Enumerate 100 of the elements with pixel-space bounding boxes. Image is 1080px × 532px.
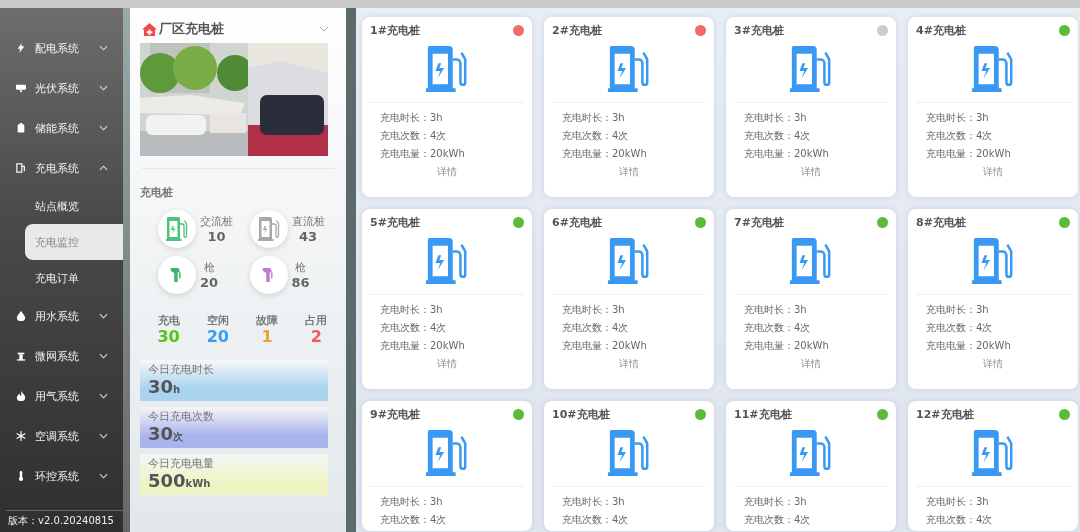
thermometer-icon [16, 471, 26, 481]
status-label: 充电 [157, 314, 180, 328]
stat-text: 充电电量：20kWh [562, 339, 648, 353]
charger-icon [425, 238, 469, 284]
stat-text: 充电次数：4次 [926, 321, 994, 335]
charger-name: 8#充电桩 [916, 215, 966, 230]
details-link[interactable]: 详情 [437, 357, 457, 371]
stat-value: 30次 [148, 424, 185, 446]
details-link[interactable]: 详情 [437, 165, 457, 179]
flame-icon [16, 391, 26, 401]
chevron-down-icon[interactable] [319, 26, 329, 32]
status-value: 1 [261, 328, 273, 346]
chevron-down-icon [99, 313, 108, 319]
charger-name: 2#充电桩 [552, 23, 602, 38]
stat-text: 充电时长：3h [926, 495, 990, 509]
charger-icon [971, 430, 1015, 476]
submenu-item[interactable]: 充电订单 [25, 260, 123, 296]
section-title: 充电桩 [140, 185, 174, 200]
chevron-down-icon [99, 125, 108, 131]
charger-icon [607, 46, 651, 92]
charger-icon [971, 46, 1015, 92]
stat-value: 500kWh [148, 471, 212, 493]
charger-icon [789, 46, 833, 92]
count-label: 直流桩 [291, 214, 325, 229]
chevron-down-icon [99, 393, 108, 399]
stat-text: 充电时长：3h [380, 111, 444, 125]
chevron-down-icon [99, 433, 108, 439]
details-link[interactable]: 详情 [619, 357, 639, 371]
count-value: 20 [200, 274, 219, 290]
chevron-down-icon [99, 473, 108, 479]
stat-text: 充电电量：20kWh [926, 339, 1012, 353]
charger-icon [971, 238, 1015, 284]
charger-icon [16, 163, 26, 173]
stat-value: 30h [148, 377, 182, 399]
charger-name: 9#充电桩 [370, 407, 420, 422]
status-label: 故障 [256, 314, 279, 328]
chevron-up-icon [99, 165, 108, 171]
status-label: 空闲 [206, 314, 229, 328]
stat-text: 充电次数：4次 [926, 513, 994, 527]
charger-name: 10#充电桩 [552, 407, 610, 422]
menu-item[interactable]: 光伏系统 [0, 68, 123, 108]
details-link[interactable]: 详情 [983, 165, 1003, 179]
charger-name: 5#充电桩 [370, 215, 420, 230]
details-link[interactable]: 详情 [983, 357, 1003, 371]
menu-item[interactable]: 空调系统 [0, 416, 123, 456]
stat-text: 充电时长：3h [744, 495, 808, 509]
stat-text: 充电电量：20kWh [380, 339, 466, 353]
stat-text: 充电时长：3h [926, 111, 990, 125]
stat-text: 充电时长：3h [562, 303, 626, 317]
charger-icon [789, 430, 833, 476]
stat-text: 充电电量：20kWh [744, 147, 830, 161]
charger-icon [607, 430, 651, 476]
menu-item[interactable]: 储能系统 [0, 108, 123, 148]
stat-text: 充电次数：4次 [380, 129, 448, 143]
stat-text: 充电时长：3h [380, 495, 444, 509]
stat-text: 充电电量：20kWh [926, 147, 1012, 161]
charger-name: 12#充电桩 [916, 407, 974, 422]
drop-icon [16, 311, 26, 321]
station-title: 厂区充电桩 [159, 20, 225, 38]
menu-item[interactable]: 用水系统 [0, 296, 123, 336]
count-label: 枪 [295, 260, 307, 275]
stat-text: 充电次数：4次 [380, 321, 448, 335]
count-label: 枪 [203, 260, 215, 275]
menu-item[interactable]: 充电系统 [0, 148, 123, 188]
stat-text: 充电时长：3h [744, 303, 808, 317]
charger-name: 6#充电桩 [552, 215, 602, 230]
stat-label: 今日充电次数 [148, 409, 215, 424]
chevron-down-icon [99, 85, 108, 91]
snowflake-icon [16, 431, 26, 441]
charger-icon [425, 46, 469, 92]
stat-text: 充电次数：4次 [744, 321, 812, 335]
status-value: 20 [206, 328, 229, 346]
stat-text: 充电次数：4次 [380, 513, 448, 527]
details-link[interactable]: 详情 [619, 165, 639, 179]
charger-name: 7#充电桩 [734, 215, 784, 230]
charger-name: 4#充电桩 [916, 23, 966, 38]
stat-text: 充电时长：3h [562, 495, 626, 509]
count-value: 86 [291, 274, 310, 290]
stat-text: 充电次数：4次 [562, 321, 630, 335]
stat-text: 充电次数：4次 [744, 129, 812, 143]
menu-item[interactable]: 用气系统 [0, 376, 123, 416]
tower-icon [16, 351, 26, 361]
menu-item[interactable]: 环控系统 [0, 456, 123, 496]
count-value: 10 [207, 228, 226, 244]
stat-text: 充电时长：3h [926, 303, 990, 317]
charger-name: 11#充电桩 [734, 407, 792, 422]
details-link[interactable]: 详情 [801, 357, 821, 371]
charger-icon [607, 238, 651, 284]
menu-item[interactable]: 微网系统 [0, 336, 123, 376]
chevron-down-icon [99, 45, 108, 51]
count-label: 交流桩 [200, 214, 233, 229]
details-link[interactable]: 详情 [801, 165, 821, 179]
status-value: 2 [310, 328, 322, 346]
stat-text: 充电电量：20kWh [562, 147, 648, 161]
battery-icon [16, 123, 26, 133]
submenu-item[interactable]: 站点概览 [25, 188, 123, 224]
home-icon [142, 22, 157, 36]
chevron-down-icon [99, 353, 108, 359]
menu-item[interactable]: 配电系统 [0, 28, 123, 68]
stat-text: 充电次数：4次 [926, 129, 994, 143]
